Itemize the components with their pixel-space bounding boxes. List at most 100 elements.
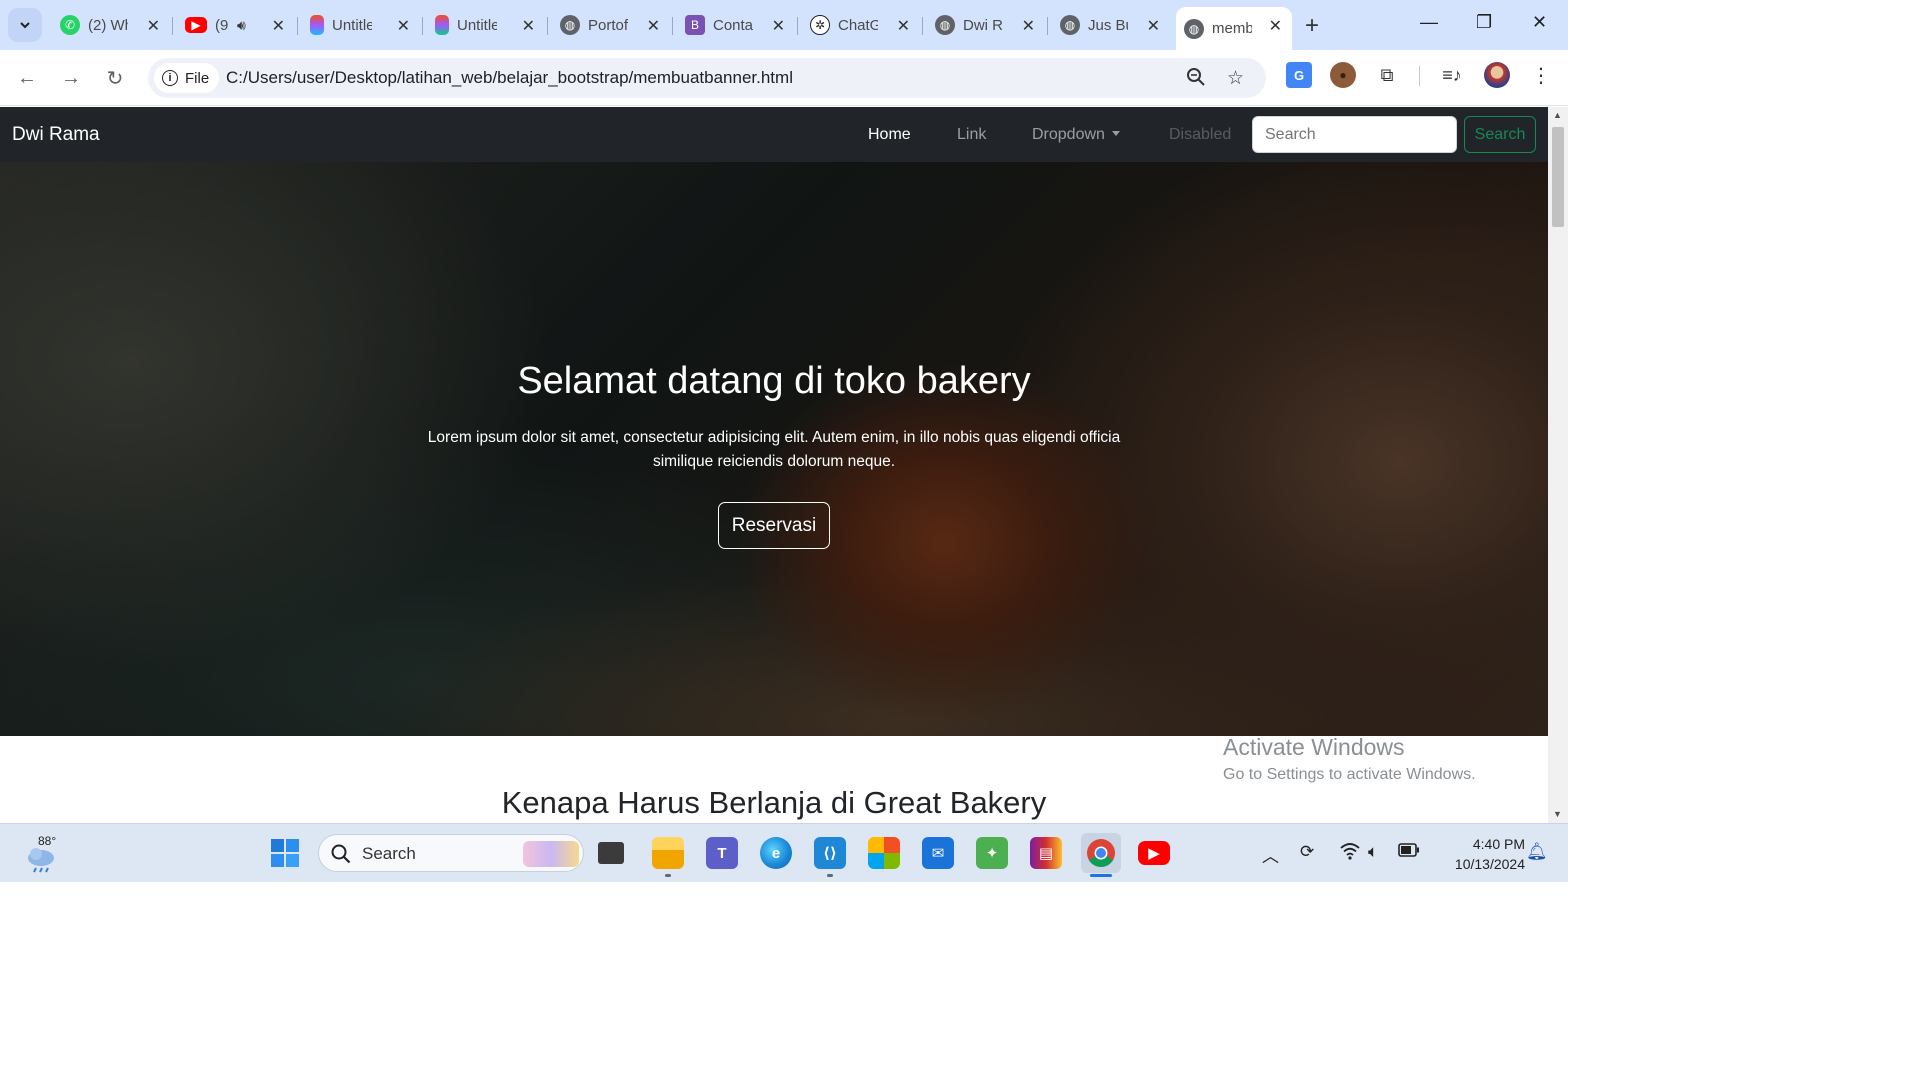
windows-start-icon[interactable] [269,837,301,869]
globe-icon: ◍ [560,15,580,35]
media-control-icon[interactable]: ≡♪ [1439,62,1465,88]
tab-membuatbanner-active[interactable]: ◍ membuatbanner ✕ [1176,7,1292,50]
close-icon[interactable]: ✕ [1022,16,1035,36]
chrome-taskbar-button[interactable] [1081,833,1121,873]
globe-icon: ◍ [935,15,955,35]
toolbar-divider [1419,66,1420,86]
task-view-icon[interactable] [598,842,624,864]
nav-dropdown-label: Dropdown [1032,126,1105,143]
activate-windows-watermark: Activate Windows Go to Settings to activ… [1223,734,1476,784]
battery-icon[interactable] [1398,842,1420,862]
winrar-icon[interactable]: ▤ [1030,837,1062,869]
windows-taskbar: 88° Search T e ⟨⟩ ✉ ✦ ▤ ▶ ︿ ⟳ 🔈︎ 4:40 PM… [0,823,1568,882]
scroll-up-arrow-icon[interactable]: ▲ [1553,110,1562,120]
minimize-icon[interactable]: — [1420,12,1438,33]
speaker-icon[interactable]: 🔊︎ [237,17,246,34]
taskbar-search-box[interactable]: Search [318,834,584,872]
url-text[interactable]: C:/Users/user/Desktop/latihan_web/belaja… [226,68,793,88]
nav-link-link[interactable]: Link [957,126,986,144]
chevron-up-icon[interactable]: ︿ [1262,842,1279,867]
close-icon[interactable]: ✕ [397,16,410,36]
active-indicator [1090,874,1112,877]
figma-icon [310,15,324,35]
tab-title: Untitled [457,16,497,34]
translate-extension-icon[interactable]: G [1286,62,1312,88]
info-icon: i [162,70,178,86]
volume-icon[interactable]: 🔈︎ [1368,842,1378,862]
tab-title: ChatGPT [838,16,878,34]
green-app-icon[interactable]: ✦ [976,837,1008,869]
wifi-icon[interactable] [1340,842,1360,865]
profile-avatar[interactable] [1484,62,1510,88]
tab-search-button[interactable] [8,8,42,42]
bookmark-star-icon[interactable]: ☆ [1227,67,1244,90]
address-bar[interactable]: i File C:/Users/user/Desktop/latihan_web… [148,58,1266,98]
close-icon[interactable]: ✕ [772,16,785,36]
vscode-icon[interactable]: ⟨⟩ [814,837,846,869]
nav-dropdown[interactable]: Dropdown [1032,126,1120,144]
tab-whatsapp[interactable]: ✆ (2) Wh ✕ [52,7,170,43]
tab-contact[interactable]: B Contact ✕ [677,7,795,43]
navbar-brand[interactable]: Dwi Rama [12,124,100,146]
caret-down-icon [1111,131,1120,136]
close-icon[interactable]: ✕ [1147,16,1160,36]
edge-icon[interactable]: e [760,837,792,869]
tab-divider [422,17,423,35]
close-icon[interactable]: ✕ [647,16,660,36]
tab-figma-2[interactable]: Untitled ✕ [427,7,545,43]
search-highlight-illustration [523,841,579,867]
page-scrollbar[interactable]: ▲ ▼ [1548,107,1568,823]
microsoft-store-icon[interactable] [868,837,900,869]
tab-youtube[interactable]: ▶ (9 🔊︎ ✕ [177,7,295,43]
reload-icon[interactable]: ↻ [101,64,129,92]
new-tab-plus-icon[interactable]: + [1305,12,1319,40]
restore-icon[interactable]: ❐ [1476,12,1492,33]
close-icon[interactable]: ✕ [522,16,535,36]
back-arrow-icon[interactable]: ← [13,64,41,92]
system-clock[interactable]: 4:40 PM 10/13/2024 [1430,834,1525,874]
teams-icon[interactable]: T [706,837,738,869]
tab-figma-1[interactable]: Untitled ✕ [302,7,420,43]
close-icon[interactable]: ✕ [147,16,160,36]
taskbar-search-label: Search [362,844,416,863]
tab-jus-buah[interactable]: ◍ Jus Buah ✕ [1052,7,1170,43]
zoom-icon[interactable] [1186,67,1206,93]
tab-title: Dwi Rama [963,16,1003,34]
reservasi-button[interactable]: Reservasi [718,502,830,549]
close-icon[interactable]: ✕ [897,16,910,36]
menu-kebab-icon[interactable]: ⋮ [1528,62,1554,88]
cookie-extension-icon[interactable]: ● [1330,62,1356,88]
hero-banner: Selamat datang di toko bakery Lorem ipsu… [0,162,1548,736]
weather-widget[interactable]: 88° [24,834,64,874]
tab-divider [172,17,173,35]
sync-icon[interactable]: ⟳ [1300,842,1314,862]
scroll-thumb[interactable] [1552,127,1564,227]
scroll-down-arrow-icon[interactable]: ▼ [1553,809,1562,819]
watermark-subtitle: Go to Settings to activate Windows. [1223,766,1476,783]
globe-icon: ◍ [1060,15,1080,35]
nav-link-home[interactable]: Home [868,126,911,144]
youtube-taskbar-icon[interactable]: ▶ [1138,841,1170,865]
extensions-puzzle-icon[interactable]: ⧉ [1374,62,1400,88]
hero-title: Selamat datang di toko bakery [517,360,1031,402]
navbar-search-button[interactable]: Search [1464,116,1536,153]
tab-divider [297,17,298,35]
site-info-chip[interactable]: i File [154,63,220,93]
tab-portofolio[interactable]: ◍ Portofolio ✕ [552,7,670,43]
notification-bell-icon[interactable]: 🔔︎ [1526,842,1548,862]
chrome-icon [1087,839,1115,867]
close-icon[interactable]: ✕ [1269,16,1282,36]
close-icon[interactable]: ✕ [272,16,285,36]
tab-chatgpt[interactable]: ✲ ChatGPT ✕ [802,7,920,43]
clock-time: 4:40 PM [1472,836,1525,852]
youtube-icon: ▶ [185,17,207,33]
navbar-search-input[interactable] [1252,116,1457,153]
whatsapp-icon: ✆ [60,15,80,35]
figma-icon [435,15,449,35]
site-navbar: Dwi Rama Home Link Dropdown Disabled Sea… [0,107,1548,162]
tab-dwi-rama[interactable]: ◍ Dwi Rama ✕ [927,7,1045,43]
forward-arrow-icon[interactable]: → [57,64,85,92]
mail-icon[interactable]: ✉ [922,837,954,869]
close-window-icon[interactable]: ✕ [1532,12,1547,33]
file-explorer-icon[interactable] [652,837,684,869]
